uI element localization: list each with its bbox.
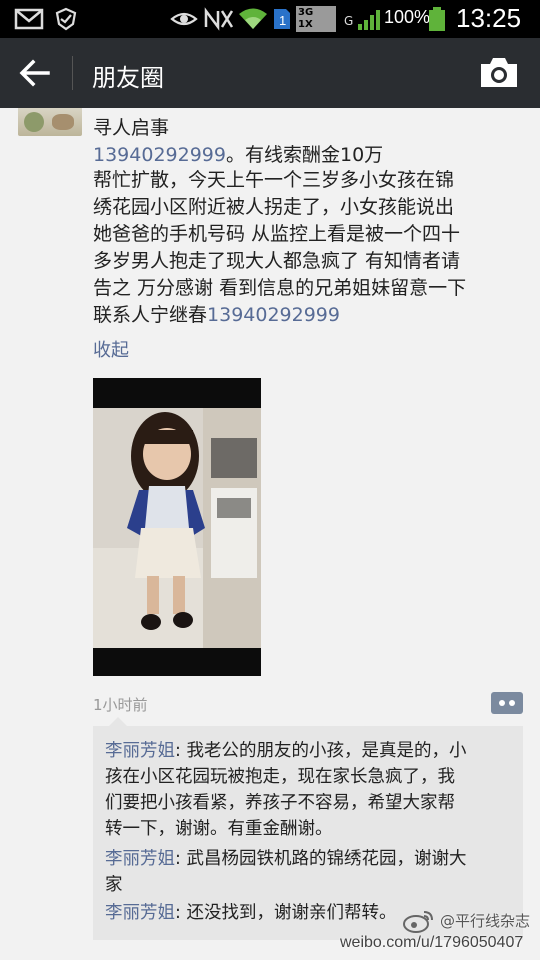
comment-item[interactable]: 李丽芳姐: 我老公的朋友的小孩，是真是的，小 孩在小区花园玩被抱走，现在家长急疯…: [105, 738, 519, 842]
comment-menu-button[interactable]: [491, 692, 523, 714]
commenter-name[interactable]: 李丽芳姐: [105, 741, 175, 761]
wifi-icon: [239, 8, 267, 29]
collapse-link[interactable]: 收起: [93, 336, 129, 362]
back-arrow-icon[interactable]: [18, 56, 52, 90]
post-body-line: 告之 万分感谢 看到信息的兄弟姐妹留意一下: [93, 277, 467, 299]
avatar[interactable]: [18, 108, 82, 136]
svg-text:1: 1: [279, 13, 286, 28]
weibo-logo-icon: [403, 911, 433, 933]
signal-icon: [358, 10, 380, 30]
comment-text: 孩在小区花园玩被抱走，现在家长急疯了，我: [105, 767, 455, 787]
contact-line: 联系人宁继春13940292999: [93, 302, 523, 329]
sim-icon: 1: [274, 9, 290, 29]
post-body-line: 她爸爸的手机号码 从监控上看是被一个四十: [93, 223, 461, 245]
post-body-line: 帮忙扩散，今天上午一个三岁多小女孩在锦: [93, 169, 455, 191]
comments-box: 李丽芳姐: 我老公的朋友的小孩，是真是的，小 孩在小区花园玩被抱走，现在家长急疯…: [93, 717, 523, 940]
network-type: G: [344, 14, 354, 28]
comment-text: : 我老公的朋友的小孩，是真是的，小: [175, 741, 467, 761]
title-bar: 朋友圈: [0, 38, 540, 108]
dot-icon: [499, 700, 505, 706]
comment-text: 们要把小孩看紧，养孩子不容易，希望大家帮: [105, 793, 455, 813]
contact-phone-link[interactable]: 13940292999: [207, 304, 340, 326]
post-time: 1小时前: [93, 696, 148, 714]
post-body-line: 绣花园小区附近被人拐走了，小女孩能说出: [93, 196, 455, 218]
mail-icon: [14, 8, 44, 30]
network-badge-text: 3G 1X: [298, 7, 314, 30]
post-phone-line: 13940292999。有线索酬金10万: [93, 140, 383, 167]
status-bar: 1 3G 1X G 100% 13:25: [0, 0, 540, 38]
post-photo[interactable]: [93, 378, 261, 676]
comment-text: : 武昌杨园铁机路的锦绣花园，谢谢大: [175, 849, 467, 869]
commenter-name[interactable]: 李丽芳姐: [105, 903, 175, 923]
comment-text: 转一下，谢谢。有重金酬谢。: [105, 819, 333, 839]
eye-icon: [170, 12, 198, 26]
post-title: 寻人启事: [93, 117, 170, 139]
nfc-icon: [204, 7, 234, 31]
battery-percent: 100%: [384, 7, 431, 27]
title-divider: [72, 56, 73, 90]
shield-icon: [55, 7, 77, 31]
comment-item[interactable]: 李丽芳姐: 武昌杨园铁机路的锦绣花园，谢谢大 家: [105, 846, 519, 898]
network-badge: 3G 1X: [296, 6, 336, 32]
battery-icon: [429, 7, 445, 31]
watermark-url: weibo.com/u/1796050407: [340, 934, 524, 951]
contact-label: 联系人宁继春: [93, 304, 208, 326]
comment-text: 家: [105, 875, 123, 895]
page-title: 朋友圈: [92, 64, 164, 92]
phone-link[interactable]: 13940292999: [93, 144, 226, 166]
watermark-handle: @平行线杂志: [440, 912, 531, 930]
post-body-line: 多岁男人抱走了现大人都急疯了 有知情者请: [93, 250, 461, 272]
post-body: 帮忙扩散，今天上午一个三岁多小女孩在锦 绣花园小区附近被人拐走了，小女孩能说出 …: [93, 167, 523, 329]
dot-icon: [509, 700, 515, 706]
camera-icon[interactable]: [478, 54, 520, 90]
comment-text: : 还没找到，谢谢亲们帮转。: [175, 903, 397, 923]
reward-text: 。有线索酬金10万: [225, 144, 384, 166]
moments-feed[interactable]: 寻人启事 13940292999。有线索酬金10万 帮忙扩散，今天上午一个三岁多…: [0, 108, 540, 960]
photo-girl-image: [93, 408, 261, 648]
commenter-name[interactable]: 李丽芳姐: [105, 849, 175, 869]
clock: 13:25: [456, 3, 522, 33]
